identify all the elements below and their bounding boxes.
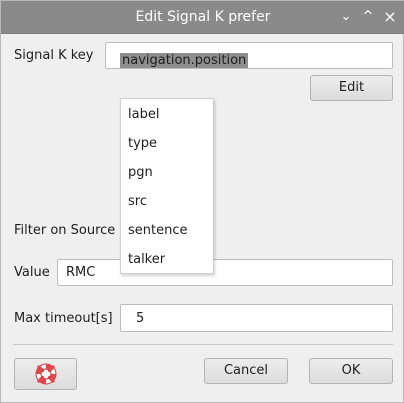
filter-on-source-label: Filter on Source — [14, 223, 116, 238]
minimize-icon[interactable]: ⌄ — [337, 8, 355, 26]
help-button[interactable] — [14, 358, 77, 390]
value-label: Value — [14, 265, 50, 280]
max-timeout-value: 5 — [136, 311, 145, 326]
dropdown-item-type[interactable]: type — [128, 136, 157, 151]
signal-k-key-field[interactable]: navigation.position — [105, 42, 393, 69]
lifebuoy-icon — [35, 363, 57, 385]
dropdown-item-sentence[interactable]: sentence — [128, 223, 188, 238]
signal-k-key-value: navigation.position — [120, 53, 249, 68]
max-timeout-field[interactable]: 5 — [120, 304, 393, 332]
cancel-button[interactable]: Cancel — [204, 358, 288, 384]
filter-source-dropdown[interactable]: label type pgn src sentence talker — [120, 98, 214, 274]
title-bar[interactable]: Edit Signal K prefer ⌄ ^ × — [1, 1, 404, 34]
dropdown-item-label[interactable]: label — [128, 107, 159, 122]
edit-button[interactable]: Edit — [310, 75, 393, 101]
value-field-text: RMC — [66, 265, 96, 280]
ok-button[interactable]: OK — [309, 358, 393, 384]
maximize-icon[interactable]: ^ — [359, 8, 377, 26]
dropdown-item-pgn[interactable]: pgn — [128, 165, 153, 180]
footer-divider — [13, 344, 393, 345]
close-icon[interactable]: × — [381, 8, 399, 26]
dropdown-item-talker[interactable]: talker — [128, 252, 165, 267]
max-timeout-label: Max timeout[s] — [14, 311, 113, 326]
signal-k-key-label: Signal K key — [14, 48, 94, 63]
edit-preference-dialog: Edit Signal K prefer ⌄ ^ × Signal K key … — [0, 0, 404, 403]
dropdown-item-src[interactable]: src — [128, 194, 147, 209]
value-field[interactable]: RMC — [57, 259, 393, 286]
